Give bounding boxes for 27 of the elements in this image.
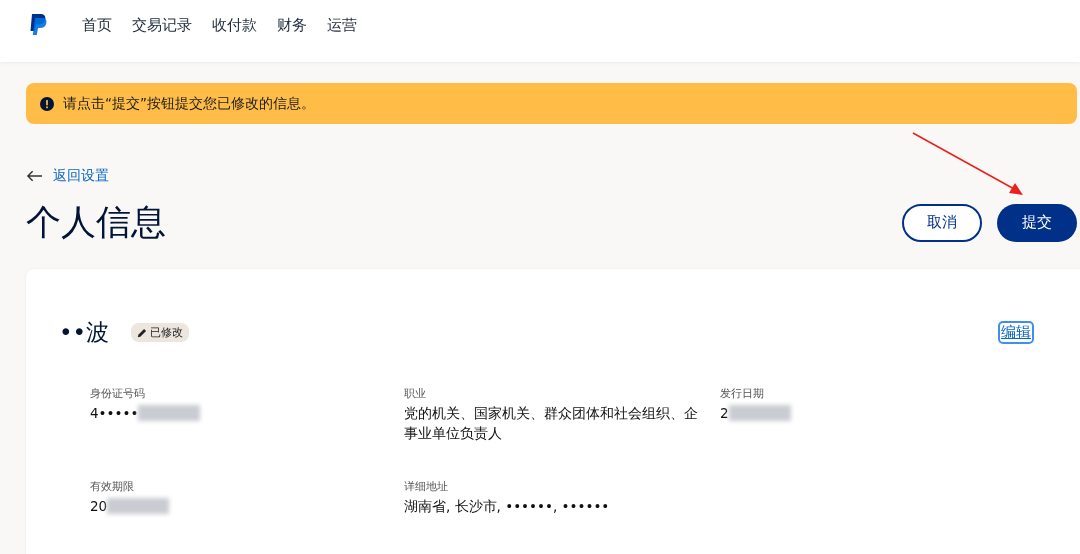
nav-link[interactable]: 首页	[82, 15, 112, 35]
field-value: 党的机关、国家机关、群众团体和社会组织、企事业单位负责人	[404, 404, 699, 443]
nav-link[interactable]: 收付款	[212, 15, 257, 35]
nav-link[interactable]: 财务	[277, 15, 307, 35]
nav-link[interactable]: 运营	[327, 15, 357, 35]
cancel-button[interactable]: 取消	[902, 203, 982, 242]
field-label: 有效期限	[90, 479, 135, 494]
field-value: 湖南省, 长沙市, ••••••, ••••••	[404, 497, 610, 516]
field-value: 2	[720, 404, 729, 423]
edit-link[interactable]: 编辑	[998, 321, 1034, 344]
user-name: ••波	[59, 318, 110, 347]
page-title: 个人信息	[26, 201, 166, 244]
field-label: 身份证号码	[90, 386, 146, 401]
back-arrow-icon[interactable]	[26, 170, 43, 182]
submit-button[interactable]: 提交	[997, 203, 1077, 242]
pencil-icon	[137, 327, 148, 338]
back-link[interactable]: 返回设置	[53, 167, 109, 185]
badge-text: 已修改	[150, 325, 184, 340]
field-value: 20	[90, 497, 108, 516]
alert-message: 请点击“提交”按钮提交您已修改的信息。	[63, 94, 315, 113]
field-label: 详细地址	[404, 479, 449, 494]
logo-icon[interactable]	[28, 13, 48, 37]
field-value: 4•••••	[90, 404, 139, 423]
nav-link[interactable]: 交易记录	[132, 15, 192, 35]
field-label: 职业	[404, 386, 427, 401]
warning-icon	[40, 96, 54, 111]
field-label: 发行日期	[720, 386, 765, 401]
